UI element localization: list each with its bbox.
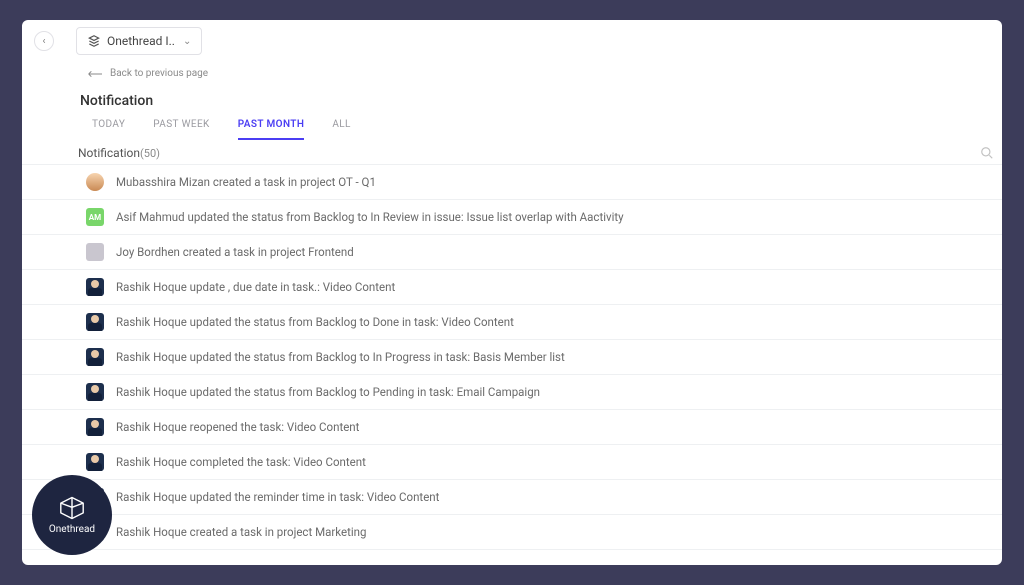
back-link[interactable]: Back to previous page bbox=[22, 62, 1002, 79]
notification-row[interactable]: Joy Bordhen created a task in project Fr… bbox=[22, 235, 1002, 270]
avatar bbox=[86, 313, 104, 331]
notification-row[interactable]: Mubasshira Mizan created a task in proje… bbox=[22, 165, 1002, 200]
brand-badge: Onethread bbox=[32, 475, 112, 555]
avatar bbox=[86, 348, 104, 366]
avatar: AM bbox=[86, 208, 104, 226]
subheader: Notification(50) bbox=[22, 140, 1002, 164]
notification-text: Rashik Hoque completed the task: Video C… bbox=[116, 455, 366, 469]
notification-list: Mubasshira Mizan created a task in proje… bbox=[22, 164, 1002, 550]
avatar bbox=[86, 383, 104, 401]
collapse-sidebar-button[interactable]: ‹ bbox=[34, 31, 54, 51]
notification-text: Rashik Hoque created a task in project M… bbox=[116, 525, 366, 539]
notification-row[interactable]: Rashik Hoque updated the status from Bac… bbox=[22, 305, 1002, 340]
notification-text: Rashik Hoque update , due date in task.:… bbox=[116, 280, 395, 294]
tab-past-week[interactable]: PAST WEEK bbox=[153, 119, 209, 140]
workspace-name: Onethread I.. bbox=[107, 34, 175, 48]
app-frame: ‹ Onethread I.. ⌄ Back to previous page … bbox=[22, 20, 1002, 565]
avatar bbox=[86, 173, 104, 191]
notification-row[interactable]: Rashik Hoque updated the reminder time i… bbox=[22, 480, 1002, 515]
notification-text: Rashik Hoque reopened the task: Video Co… bbox=[116, 420, 359, 434]
avatar bbox=[86, 453, 104, 471]
notification-row[interactable]: Rashik Hoque update , due date in task.:… bbox=[22, 270, 1002, 305]
workspace-selector[interactable]: Onethread I.. ⌄ bbox=[76, 27, 202, 55]
page-title: Notification bbox=[22, 79, 1002, 119]
topbar: ‹ Onethread I.. ⌄ bbox=[22, 20, 1002, 62]
notification-row[interactable]: Rashik Hoque reopened the task: Video Co… bbox=[22, 410, 1002, 445]
notification-text: Mubasshira Mizan created a task in proje… bbox=[116, 175, 376, 189]
tab-today[interactable]: TODAY bbox=[92, 119, 125, 140]
notification-text: Asif Mahmud updated the status from Back… bbox=[116, 210, 624, 224]
subheader-label: Notification bbox=[78, 146, 140, 160]
avatar bbox=[86, 243, 104, 261]
notification-row[interactable]: Rashik Hoque created a task in project M… bbox=[22, 515, 1002, 550]
tabs: TODAY PAST WEEK PAST MONTH ALL bbox=[22, 119, 1002, 140]
chevron-down-icon: ⌄ bbox=[183, 36, 191, 47]
avatar bbox=[86, 278, 104, 296]
notification-row[interactable]: AM Asif Mahmud updated the status from Ba… bbox=[22, 200, 1002, 235]
brand-logo-icon bbox=[58, 496, 86, 520]
search-icon[interactable] bbox=[980, 146, 994, 160]
arrow-left-icon bbox=[88, 70, 104, 78]
notification-row[interactable]: Rashik Hoque updated the status from Bac… bbox=[22, 340, 1002, 375]
notification-count: (50) bbox=[140, 147, 160, 160]
chevron-left-icon: ‹ bbox=[42, 36, 45, 47]
notification-text: Rashik Hoque updated the status from Bac… bbox=[116, 385, 540, 399]
notification-row[interactable]: Rashik Hoque completed the task: Video C… bbox=[22, 445, 1002, 480]
tab-all[interactable]: ALL bbox=[332, 119, 351, 140]
notification-row[interactable]: Rashik Hoque updated the status from Bac… bbox=[22, 375, 1002, 410]
notification-text: Joy Bordhen created a task in project Fr… bbox=[116, 245, 354, 259]
avatar bbox=[86, 418, 104, 436]
notification-text: Rashik Hoque updated the status from Bac… bbox=[116, 315, 514, 329]
notification-text: Rashik Hoque updated the status from Bac… bbox=[116, 350, 565, 364]
tab-past-month[interactable]: PAST MONTH bbox=[238, 119, 305, 140]
brand-name: Onethread bbox=[49, 524, 95, 535]
workspace-logo-icon bbox=[87, 34, 101, 48]
back-link-label: Back to previous page bbox=[110, 68, 208, 79]
notification-text: Rashik Hoque updated the reminder time i… bbox=[116, 490, 439, 504]
